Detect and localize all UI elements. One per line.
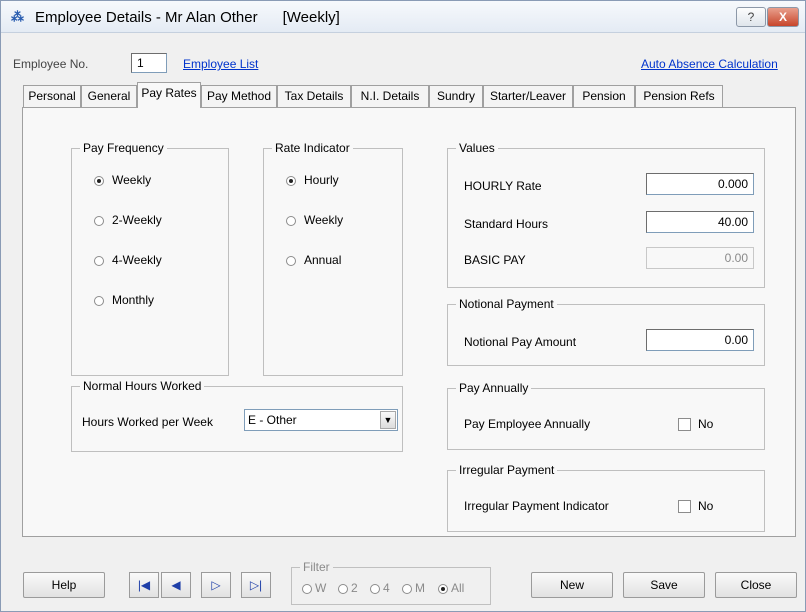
tab-personal[interactable]: Personal (23, 85, 81, 107)
pay-frequency-weekly-radio[interactable] (94, 176, 104, 186)
help-button[interactable]: Help (23, 572, 105, 598)
pay-frequency-monthly-radio[interactable] (94, 296, 104, 306)
standard-hours-label: Standard Hours (464, 217, 549, 231)
filter-group: Filter W 2 4 M All (291, 560, 491, 605)
window-title: Employee Details - Mr Alan Other [Weekly… (35, 9, 340, 26)
hours-worked-label: Hours Worked per Week (82, 415, 213, 429)
tab-general[interactable]: General (81, 85, 137, 107)
employee-no-label: Employee No. (13, 57, 89, 71)
pay-frequency-2weekly-radio[interactable] (94, 216, 104, 226)
auto-absence-link[interactable]: Auto Absence Calculation (641, 57, 778, 71)
rate-indicator-weekly-label: Weekly (304, 213, 344, 227)
tab-pay-rates[interactable]: Pay Rates (137, 82, 201, 108)
rate-indicator-title: Rate Indicator (272, 141, 353, 155)
basic-pay-value: 0.00 (646, 247, 754, 269)
pay-frequency-weekly-label: Weekly (112, 173, 152, 187)
hours-worked-select[interactable]: E - Other ▼ (244, 409, 398, 431)
irregular-payment-checkbox[interactable] (678, 500, 691, 513)
next-record-icon[interactable]: ▷ (201, 572, 231, 598)
help-title-button[interactable]: ? (736, 7, 766, 27)
pay-frequency-title: Pay Frequency (80, 141, 167, 155)
pay-frequency-4weekly-radio[interactable] (94, 256, 104, 266)
notional-payment-group: Notional Payment Notional Pay Amount 0.0… (447, 297, 765, 366)
basic-pay-label: BASIC PAY (464, 253, 526, 267)
filter-m-radio[interactable] (402, 584, 412, 594)
filter-2-label: 2 (351, 581, 358, 595)
employee-list-link[interactable]: Employee List (183, 57, 258, 71)
tab-sundry[interactable]: Sundry (429, 85, 483, 107)
hourly-rate-label: HOURLY Rate (464, 179, 542, 193)
employee-details-window: ⁂ Employee Details - Mr Alan Other [Week… (0, 0, 806, 612)
tab-pension-refs[interactable]: Pension Refs (635, 85, 723, 107)
filter-w-radio[interactable] (302, 584, 312, 594)
rate-indicator-weekly-radio[interactable] (286, 216, 296, 226)
notional-pay-amount-label: Notional Pay Amount (464, 335, 577, 349)
app-icon: ⁂ (11, 9, 24, 24)
rate-indicator-hourly-label: Hourly (304, 173, 339, 187)
previous-record-icon[interactable]: ◀ (161, 572, 191, 598)
rate-indicator-annual-radio[interactable] (286, 256, 296, 266)
tab-ni-details[interactable]: N.I. Details (351, 85, 429, 107)
filter-4-radio[interactable] (370, 584, 380, 594)
chevron-down-icon[interactable]: ▼ (380, 411, 396, 429)
last-record-icon[interactable]: ▷| (241, 572, 271, 598)
pay-frequency-2weekly-label: 2-Weekly (112, 213, 162, 227)
pay-rates-panel: Pay Frequency Weekly 2-Weekly 4-Weekly M… (22, 107, 796, 537)
normal-hours-title: Normal Hours Worked (80, 379, 205, 393)
new-button[interactable]: New (531, 572, 613, 598)
pay-employee-annually-label: Pay Employee Annually (464, 417, 591, 431)
tab-pension[interactable]: Pension (573, 85, 635, 107)
tab-pay-method[interactable]: Pay Method (201, 85, 277, 107)
pay-annually-group: Pay Annually Pay Employee Annually No (447, 381, 765, 450)
employee-no-input[interactable]: 1 (131, 53, 167, 73)
filter-2-radio[interactable] (338, 584, 348, 594)
filter-w-label: W (315, 581, 327, 595)
first-record-icon[interactable]: |◀ (129, 572, 159, 598)
filter-title: Filter (300, 560, 333, 574)
irregular-payment-indicator-label: Irregular Payment Indicator (464, 499, 609, 513)
pay-frequency-monthly-label: Monthly (112, 293, 155, 307)
filter-m-label: M (415, 581, 425, 595)
values-title: Values (456, 141, 498, 155)
tab-tax-details[interactable]: Tax Details (277, 85, 351, 107)
hourly-rate-input[interactable]: 0.000 (646, 173, 754, 195)
pay-annually-title: Pay Annually (456, 381, 532, 395)
rate-indicator-hourly-radio[interactable] (286, 176, 296, 186)
close-window-button[interactable]: X (767, 7, 799, 27)
irregular-payment-group: Irregular Payment Irregular Payment Indi… (447, 463, 765, 532)
filter-all-label: All (451, 581, 465, 595)
values-group: Values HOURLY Rate 0.000 Standard Hours … (447, 141, 765, 288)
rate-indicator-group: Rate Indicator Hourly Weekly Annual (263, 141, 403, 376)
irregular-payment-title: Irregular Payment (456, 463, 558, 477)
pay-frequency-group: Pay Frequency Weekly 2-Weekly 4-Weekly M… (71, 141, 229, 376)
pay-frequency-4weekly-label: 4-Weekly (112, 253, 162, 267)
standard-hours-input[interactable]: 40.00 (646, 211, 754, 233)
close-button[interactable]: Close (715, 572, 797, 598)
filter-all-radio[interactable] (438, 584, 448, 594)
notional-pay-amount-input[interactable]: 0.00 (646, 329, 754, 351)
rate-indicator-annual-label: Annual (304, 253, 342, 267)
irregular-payment-check-label: No (698, 499, 714, 513)
normal-hours-group: Normal Hours Worked Hours Worked per Wee… (71, 379, 403, 452)
tab-starter-leaver[interactable]: Starter/Leaver (483, 85, 573, 107)
filter-4-label: 4 (383, 581, 390, 595)
save-button[interactable]: Save (623, 572, 705, 598)
hours-worked-selected: E - Other (248, 413, 297, 427)
pay-annually-check-label: No (698, 417, 714, 431)
notional-payment-title: Notional Payment (456, 297, 557, 311)
pay-annually-checkbox[interactable] (678, 418, 691, 431)
title-bar: ⁂ Employee Details - Mr Alan Other [Week… (1, 1, 805, 33)
